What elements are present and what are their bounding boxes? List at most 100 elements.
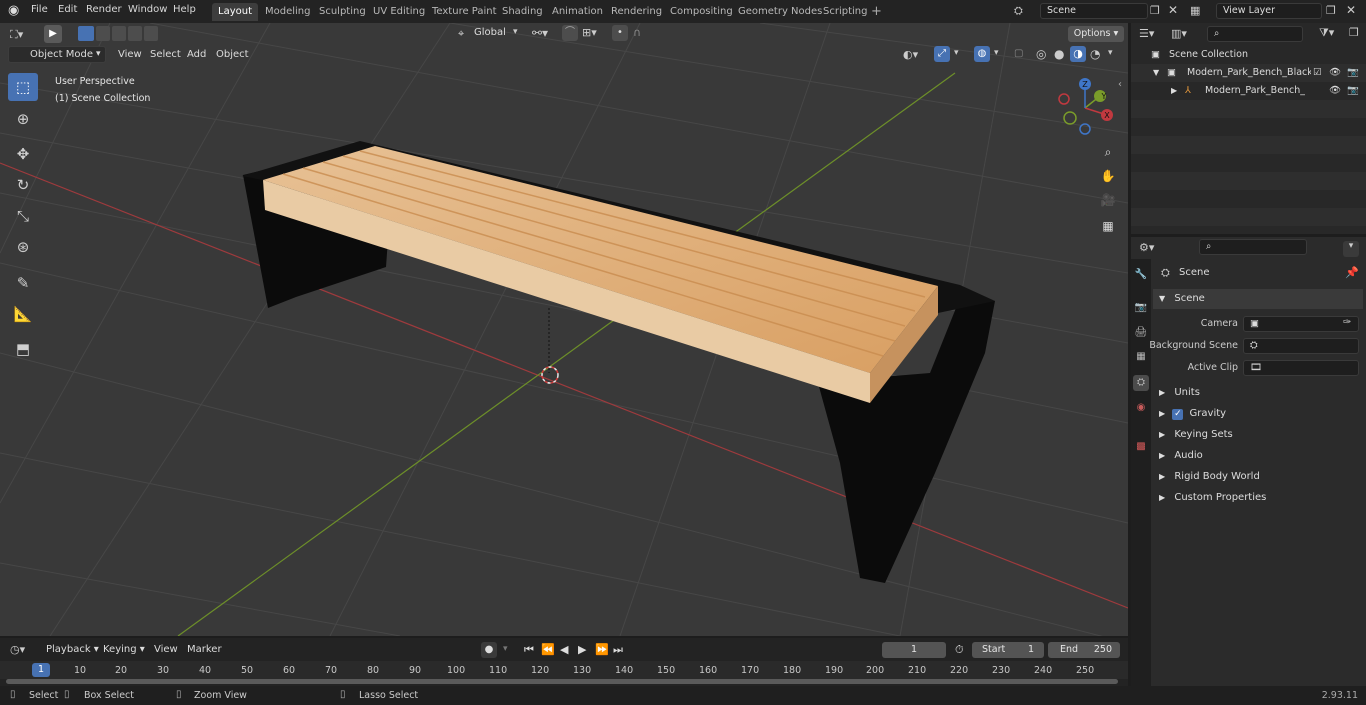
play-icon[interactable]: ▶ <box>578 643 586 656</box>
new-scene-icon[interactable]: ❐ <box>1150 4 1160 17</box>
current-frame-field[interactable]: 1 <box>882 642 946 658</box>
delete-view-layer-icon[interactable]: ✕ <box>1346 3 1356 17</box>
select-mode-new-icon[interactable] <box>78 26 94 41</box>
solid-shading-icon[interactable]: ● <box>1054 47 1064 61</box>
tab-geometry-nodes[interactable]: Geometry Nodes <box>732 3 828 21</box>
sidebar-toggle-icon[interactable]: ‹ <box>1118 79 1122 90</box>
orientation-icon[interactable]: ⌖ <box>458 27 464 41</box>
world-tab-icon[interactable]: ◉ <box>1133 400 1149 416</box>
measure-tool-icon[interactable]: 📐 <box>8 300 38 328</box>
shading-dropdown-icon[interactable]: ▾ <box>1108 48 1113 58</box>
properties-search-input[interactable]: ⌕ <box>1199 239 1307 255</box>
expand-arrow-icon[interactable]: ▼ <box>1153 64 1159 82</box>
gravity-panel-header[interactable]: ▶ ✓ Gravity <box>1153 404 1363 424</box>
view-layer-tab-icon[interactable]: ▦ <box>1133 349 1149 365</box>
prev-keyframe-icon[interactable]: ⏪ <box>541 643 555 656</box>
gravity-checkbox[interactable]: ✓ <box>1172 409 1184 420</box>
include-checkbox-icon[interactable]: ☑ <box>1313 64 1322 82</box>
scene-panel-header[interactable]: ▼ Scene <box>1153 289 1363 309</box>
eye-icon[interactable]: 👁 <box>1329 64 1341 82</box>
gizmo-dropdown-icon[interactable]: ▾ <box>954 48 959 58</box>
play-reverse-icon[interactable]: ◀ <box>560 643 568 656</box>
snap-target-icon[interactable]: ⊞▾ <box>582 26 597 39</box>
select-mode-extend-icon[interactable] <box>96 26 110 41</box>
delete-scene-icon[interactable]: ✕ <box>1168 3 1178 17</box>
tool-tab-icon[interactable]: 🔧 <box>1133 267 1149 283</box>
eye-icon[interactable]: 👁 <box>1329 82 1341 100</box>
rotate-tool-icon[interactable]: ↻ <box>8 171 38 199</box>
properties-editor-icon[interactable]: ⚙▾ <box>1139 241 1154 254</box>
menu-add[interactable]: Add <box>187 49 206 60</box>
menu-select[interactable]: Select <box>150 49 181 60</box>
overlay-dropdown-icon[interactable]: ▾ <box>994 48 999 58</box>
select-box-tool-icon[interactable]: ⬚ <box>8 73 38 101</box>
rigid-body-world-panel-header[interactable]: ▶ Rigid Body World <box>1153 467 1363 487</box>
menu-render[interactable]: Render <box>86 4 122 15</box>
outliner-row-collection[interactable]: ▼ ▣ Modern_Park_Bench_Black_0 ☑ 👁 📷 <box>1131 64 1366 82</box>
menu-file[interactable]: File <box>31 4 48 15</box>
filter-icon[interactable]: ⧩▾ <box>1319 26 1334 40</box>
menu-window[interactable]: Window <box>128 4 167 15</box>
tab-uv-editing[interactable]: UV Editing <box>367 3 431 21</box>
render-tab-icon[interactable]: 📷 <box>1133 300 1149 316</box>
3d-viewport[interactable]: Y X Z ⛶▾ ▶ ⌖ Global ▾ ⚯▾ ⌒ ⊞▾ • ∩ Option… <box>0 23 1128 636</box>
options-button[interactable]: Options ▾ <box>1068 26 1124 42</box>
menu-playback[interactable]: Playback ▾ <box>46 644 99 655</box>
visibility-icon[interactable]: ◐▾ <box>903 48 918 61</box>
gizmo-toggle-icon[interactable]: ⤢ <box>934 46 950 62</box>
cursor-tool-icon[interactable]: ⊕ <box>8 105 38 133</box>
camera-view-icon[interactable]: 🎥 <box>1098 190 1118 210</box>
menu-marker[interactable]: Marker <box>187 644 222 655</box>
outliner-search-input[interactable]: ⌕ <box>1207 26 1303 42</box>
pivot-icon[interactable]: ⚯▾ <box>532 26 548 40</box>
pin-icon[interactable]: 📌 <box>1345 266 1359 279</box>
playhead[interactable]: 1 <box>32 663 50 677</box>
active-clip-field[interactable]: 🎞 <box>1243 360 1359 376</box>
view-layer-field[interactable]: View Layer <box>1216 3 1322 19</box>
menu-edit[interactable]: Edit <box>58 4 77 15</box>
chevron-down-icon[interactable]: ▾ <box>1343 241 1359 257</box>
custom-properties-panel-header[interactable]: ▶ Custom Properties <box>1153 488 1363 508</box>
scene-name-field[interactable]: Scene <box>1040 3 1148 19</box>
pan-view-icon[interactable]: ✋ <box>1098 166 1118 186</box>
jump-end-icon[interactable]: ⏭ <box>613 643 623 657</box>
move-tool-icon[interactable]: ✥ <box>8 140 38 168</box>
select-tool-icon[interactable]: ▶ <box>44 25 62 43</box>
stopwatch-icon[interactable]: ⏱ <box>955 643 964 657</box>
jump-start-icon[interactable]: ⏮ <box>524 643 534 657</box>
tab-animation[interactable]: Animation <box>546 3 609 21</box>
material-shading-icon[interactable]: ◑ <box>1070 46 1086 62</box>
outliner-editor-icon[interactable]: ☰▾ <box>1139 27 1154 40</box>
tab-texture-paint[interactable]: Texture Paint <box>426 3 503 21</box>
tab-rendering[interactable]: Rendering <box>605 3 668 21</box>
falloff-icon[interactable]: ∩ <box>633 26 641 39</box>
scene-icon[interactable]: ⛭ <box>1014 4 1023 18</box>
annotate-tool-icon[interactable]: ✎ <box>8 269 38 297</box>
scale-tool-icon[interactable]: ⤡ <box>8 202 38 230</box>
tab-modeling[interactable]: Modeling <box>259 3 317 21</box>
proportional-edit-icon[interactable]: • <box>612 25 628 41</box>
tab-sculpting[interactable]: Sculpting <box>313 3 372 21</box>
blender-logo-icon[interactable]: ◉ <box>8 3 19 18</box>
display-mode-icon[interactable]: ▥▾ <box>1171 27 1187 40</box>
zoom-view-icon[interactable]: ⌕ <box>1098 142 1118 162</box>
next-keyframe-icon[interactable]: ⏩ <box>595 643 609 656</box>
menu-keying[interactable]: Keying ▾ <box>103 644 145 655</box>
audio-panel-header[interactable]: ▶ Audio <box>1153 446 1363 466</box>
tab-shading[interactable]: Shading <box>496 3 549 21</box>
select-mode-intersect-icon[interactable] <box>144 26 158 41</box>
tab-compositing[interactable]: Compositing <box>664 3 739 21</box>
add-cube-tool-icon[interactable]: ⬒ <box>8 335 38 363</box>
xray-icon[interactable]: ▢ <box>1014 48 1023 59</box>
scene-tab-icon[interactable]: ⛭ <box>1133 375 1149 391</box>
editor-type-icon[interactable]: ⛶▾ <box>10 28 23 42</box>
select-mode-invert-icon[interactable] <box>128 26 142 41</box>
new-collection-icon[interactable]: ❐ <box>1349 26 1359 39</box>
menu-view[interactable]: View <box>154 644 178 655</box>
units-panel-header[interactable]: ▶ Units <box>1153 383 1363 403</box>
rendered-shading-icon[interactable]: ◔ <box>1090 47 1100 61</box>
record-icon[interactable]: ● <box>481 642 497 658</box>
tab-scripting[interactable]: Scripting <box>817 3 873 21</box>
end-frame-field[interactable]: End 250 <box>1048 642 1120 658</box>
select-mode-subtract-icon[interactable] <box>112 26 126 41</box>
